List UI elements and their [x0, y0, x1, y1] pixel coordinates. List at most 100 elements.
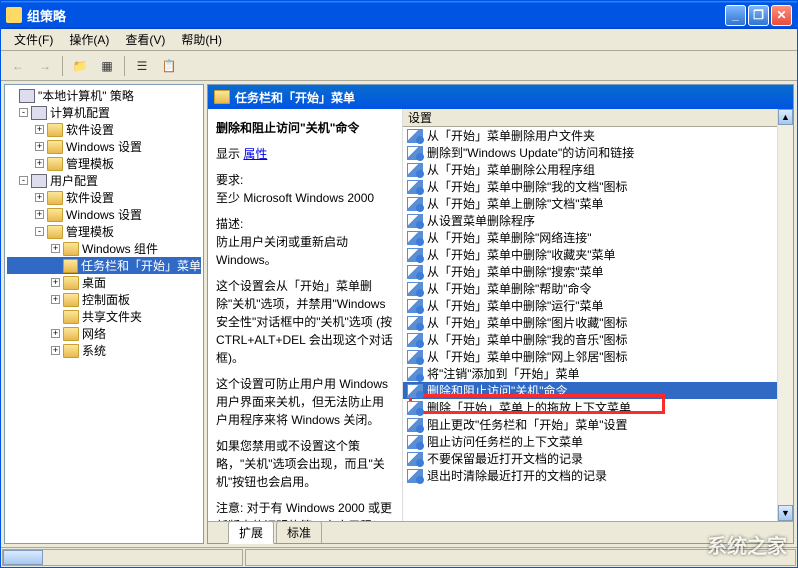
policy-item[interactable]: 从「开始」菜单中删除"图片收藏"图标: [403, 314, 777, 331]
maximize-button[interactable]: ❐: [748, 5, 769, 26]
policy-label: 删除到"Windows Update"的访问和链接: [427, 144, 634, 161]
toolbar: ← → 📁 ▦ ☰ 📋: [1, 51, 797, 81]
scroll-thumb[interactable]: [3, 550, 43, 565]
description-para: 这个设置会从「开始」菜单删除"关机"选项，并禁用"Windows 安全性"对话框…: [216, 277, 394, 367]
tab-standard[interactable]: 标准: [276, 521, 322, 543]
tree-label: 系统: [82, 342, 106, 359]
tree-admin-templates[interactable]: +管理模板: [7, 155, 201, 172]
policy-icon: [407, 282, 423, 296]
policy-icon: [407, 180, 423, 194]
policy-item[interactable]: 阻止访问任务栏的上下文菜单: [403, 433, 777, 450]
tree-label: 控制面板: [82, 291, 130, 308]
scroll-up-button[interactable]: ▲: [778, 109, 793, 125]
app-window: 组策略 _ ❐ ✕ 文件(F) 操作(A) 查看(V) 帮助(H) ← → 📁 …: [0, 0, 798, 568]
menu-action[interactable]: 操作(A): [61, 29, 117, 50]
tree-admin-templates-2[interactable]: -管理模板: [7, 223, 201, 240]
tree-network[interactable]: +网络: [7, 325, 201, 342]
policy-icon: [407, 265, 423, 279]
description-label: 描述:: [216, 217, 243, 231]
policy-item[interactable]: 阻止更改"任务栏和「开始」菜单"设置: [403, 416, 777, 433]
folder-icon: [63, 327, 79, 341]
tree-system[interactable]: +系统: [7, 342, 201, 359]
requirements-label: 要求:: [216, 173, 243, 187]
policy-icon: [407, 452, 423, 466]
policy-item[interactable]: 从设置菜单删除程序: [403, 212, 777, 229]
policy-item[interactable]: 从「开始」菜单中删除"我的音乐"图标: [403, 331, 777, 348]
content-area: "本地计算机" 策略 -计算机配置 +软件设置 +Windows 设置 +管理模…: [1, 81, 797, 547]
tree-panel[interactable]: "本地计算机" 策略 -计算机配置 +软件设置 +Windows 设置 +管理模…: [4, 84, 204, 544]
policy-item[interactable]: 从「开始」菜单中删除"运行"菜单: [403, 297, 777, 314]
folder-icon: [63, 242, 79, 256]
folder-icon: [47, 191, 63, 205]
show-hide-button[interactable]: ▦: [95, 54, 119, 78]
menu-view[interactable]: 查看(V): [117, 29, 173, 50]
tree-label: 用户配置: [50, 172, 98, 189]
tree-taskbar-start[interactable]: 任务栏和「开始」菜单: [7, 257, 201, 274]
policy-item[interactable]: 从「开始」菜单删除"网络连接": [403, 229, 777, 246]
policy-item[interactable]: 删除「开始」菜单上的拖放上下文菜单: [403, 399, 777, 416]
policy-item[interactable]: 删除到"Windows Update"的访问和链接: [403, 144, 777, 161]
policy-icon: [407, 163, 423, 177]
policy-list-pane[interactable]: 设置 从「开始」菜单删除用户文件夹删除到"Windows Update"的访问和…: [403, 109, 777, 521]
tree-windows-settings-2[interactable]: +Windows 设置: [7, 206, 201, 223]
tree-software-settings[interactable]: +软件设置: [7, 121, 201, 138]
policy-label: 从「开始」菜单上删除"文档"菜单: [427, 195, 604, 212]
policy-icon: [407, 469, 423, 483]
policy-icon: [407, 333, 423, 347]
policy-label: 从「开始」菜单中删除"搜索"菜单: [427, 263, 604, 280]
policy-item[interactable]: 从「开始」菜单删除公用程序组: [403, 161, 777, 178]
tree-label: 管理模板: [66, 155, 114, 172]
folder-icon: [63, 293, 79, 307]
tree-software-settings-2[interactable]: +软件设置: [7, 189, 201, 206]
tree-desktop[interactable]: +桌面: [7, 274, 201, 291]
tree-label: 任务栏和「开始」菜单: [81, 257, 201, 274]
menu-help[interactable]: 帮助(H): [173, 29, 230, 50]
folder-icon: [47, 157, 63, 171]
policy-item[interactable]: 从「开始」菜单中删除"收藏夹"菜单: [403, 246, 777, 263]
policy-icon: [407, 299, 423, 313]
policy-label: 阻止访问任务栏的上下文菜单: [427, 433, 583, 450]
scroll-down-button[interactable]: ▼: [778, 505, 793, 521]
statusbar-cell: [2, 549, 243, 566]
policy-label: 从「开始」菜单中删除"收藏夹"菜单: [427, 246, 616, 263]
tree-windows-settings[interactable]: +Windows 设置: [7, 138, 201, 155]
policy-item[interactable]: 从「开始」菜单中删除"网上邻居"图标: [403, 348, 777, 365]
policy-item[interactable]: 从「开始」菜单上删除"文档"菜单: [403, 195, 777, 212]
policy-item[interactable]: 从「开始」菜单删除"帮助"命令: [403, 280, 777, 297]
policy-item[interactable]: 将"注销"添加到「开始」菜单: [403, 365, 777, 382]
window-controls: _ ❐ ✕: [725, 5, 792, 26]
close-button[interactable]: ✕: [771, 5, 792, 26]
tree-shared-folders[interactable]: 共享文件夹: [7, 308, 201, 325]
minimize-button[interactable]: _: [725, 5, 746, 26]
statusbar: [1, 547, 797, 567]
policy-label: 从「开始」菜单中删除"网上邻居"图标: [427, 348, 628, 365]
policy-item[interactable]: 从「开始」菜单中删除"搜索"菜单: [403, 263, 777, 280]
vertical-scrollbar[interactable]: ▲ ▼: [777, 109, 793, 521]
details-area: 删除和阻止访问"关机"命令 显示 属性 要求:至少 Microsoft Wind…: [208, 109, 793, 521]
policy-item[interactable]: 退出时清除最近打开的文档的记录: [403, 467, 777, 484]
tree-control-panel[interactable]: +控制面板: [7, 291, 201, 308]
policy-label: 从「开始」菜单删除用户文件夹: [427, 127, 595, 144]
policy-item[interactable]: 不要保留最近打开文档的记录: [403, 450, 777, 467]
tree-root[interactable]: "本地计算机" 策略: [7, 87, 201, 104]
policy-icon: [407, 316, 423, 330]
policy-item[interactable]: 删除和阻止访问"关机"命令: [403, 382, 777, 399]
list-header[interactable]: 设置: [403, 109, 777, 127]
export-button[interactable]: 📋: [157, 54, 181, 78]
up-button[interactable]: 📁: [68, 54, 92, 78]
policy-icon: [407, 146, 423, 160]
menu-file[interactable]: 文件(F): [6, 29, 61, 50]
policy-label: 从「开始」菜单中删除"图片收藏"图标: [427, 314, 628, 331]
properties-link[interactable]: 属性: [243, 147, 267, 161]
tree-user-config[interactable]: -用户配置: [7, 172, 201, 189]
tree-computer-config[interactable]: -计算机配置: [7, 104, 201, 121]
tabs-bar: 扩展 标准: [208, 521, 793, 543]
properties-button[interactable]: ☰: [130, 54, 154, 78]
tree-windows-components[interactable]: +Windows 组件: [7, 240, 201, 257]
policy-item[interactable]: 从「开始」菜单删除用户文件夹: [403, 127, 777, 144]
policy-label: 删除「开始」菜单上的拖放上下文菜单: [427, 399, 631, 416]
tree-label: 软件设置: [66, 189, 114, 206]
policy-icon: [407, 248, 423, 262]
tab-extended[interactable]: 扩展: [228, 521, 274, 544]
policy-item[interactable]: 从「开始」菜单中删除"我的文档"图标: [403, 178, 777, 195]
